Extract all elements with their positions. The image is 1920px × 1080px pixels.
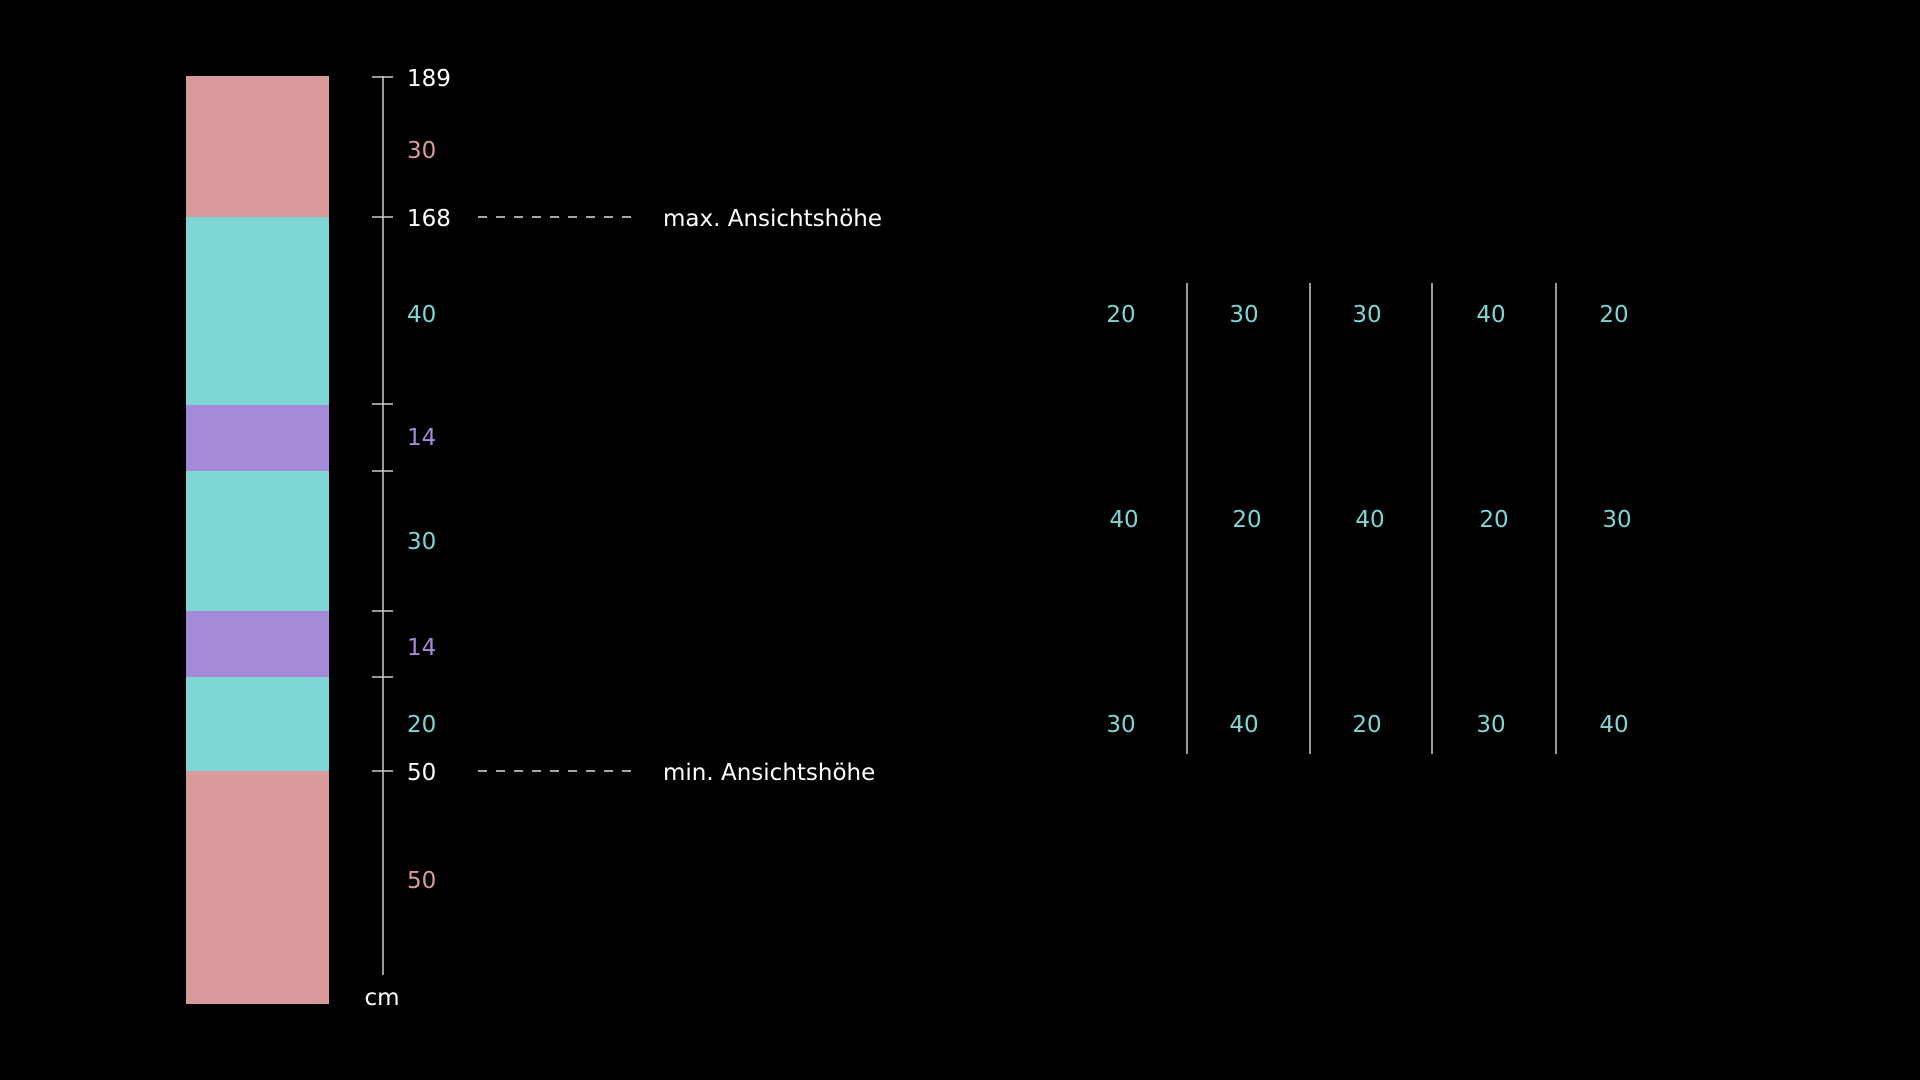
segment-label: 30 <box>407 529 436 555</box>
segment-label: 14 <box>407 635 436 661</box>
scale-value-189: 189 <box>407 66 451 92</box>
segment-label: 40 <box>407 302 436 328</box>
grid-cell: 20 <box>1106 302 1135 328</box>
segment-label: 20 <box>407 712 436 738</box>
segment-top-pink <box>186 76 329 217</box>
grid-cell: 20 <box>1599 302 1628 328</box>
segment-label: 14 <box>407 425 436 451</box>
segment-label: 30 <box>407 138 436 164</box>
segment-teal-20 <box>186 677 329 771</box>
grid-cell: 30 <box>1352 302 1381 328</box>
scale-value-50: 50 <box>407 760 436 786</box>
grid-cell: 40 <box>1355 507 1384 533</box>
grid-cell: 40 <box>1599 712 1628 738</box>
grid-cell: 30 <box>1602 507 1631 533</box>
grid-cell: 30 <box>1106 712 1135 738</box>
segment-purple-14-lower <box>186 611 329 677</box>
grid-cell: 20 <box>1232 507 1261 533</box>
segment-teal-30 <box>186 471 329 611</box>
grid-cell: 40 <box>1229 712 1258 738</box>
segment-label: 50 <box>407 868 436 894</box>
grid-cell: 40 <box>1476 302 1505 328</box>
height-diagram: 189 168 50 max. Ansichtshöhe min. Ansich… <box>0 0 1920 1080</box>
column-bar <box>186 76 329 1004</box>
unit-label: cm <box>364 985 399 1011</box>
grid-cell: 40 <box>1109 507 1138 533</box>
min-height-label: min. Ansichtshöhe <box>663 760 875 786</box>
max-height-label: max. Ansichtshöhe <box>663 206 882 232</box>
segment-bottom-pink <box>186 771 329 1004</box>
grid-cell: 30 <box>1476 712 1505 738</box>
grid-cell: 30 <box>1229 302 1258 328</box>
scale-value-168: 168 <box>407 206 451 232</box>
grid-cell: 20 <box>1352 712 1381 738</box>
segment-teal-40 <box>186 217 329 405</box>
segment-purple-14-upper <box>186 405 329 471</box>
grid-cell: 20 <box>1479 507 1508 533</box>
